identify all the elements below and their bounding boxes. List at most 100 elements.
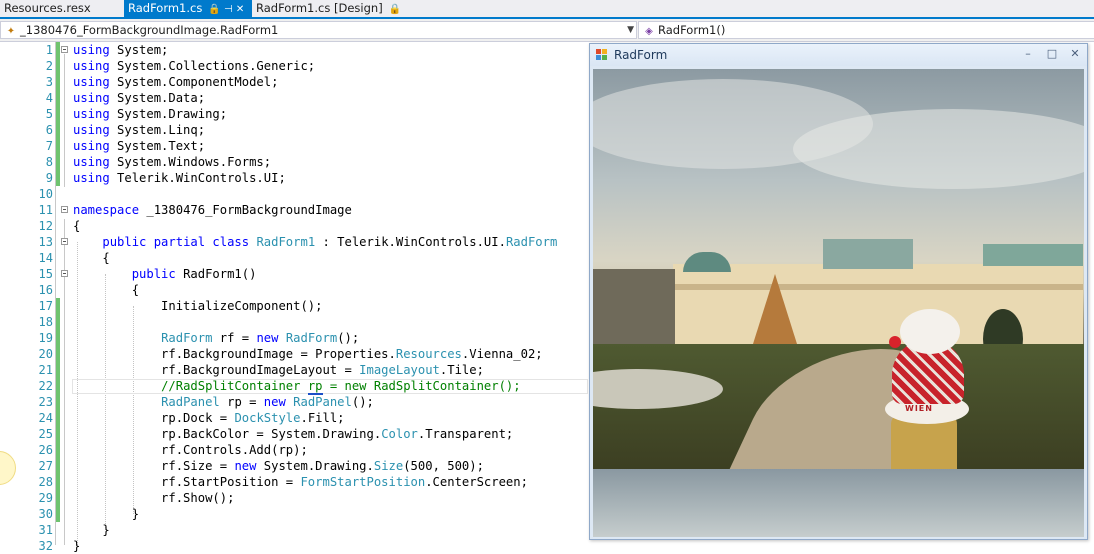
change-marker: [56, 442, 60, 458]
radform-window[interactable]: RadForm – □ ✕ WIEN: [589, 43, 1088, 540]
line-number: 14: [38, 251, 53, 265]
change-marker: [56, 314, 60, 330]
collapse-icon[interactable]: [61, 46, 68, 53]
code-text[interactable]: InitializeComponent();: [73, 298, 322, 314]
background-photo: WIEN: [593, 69, 1084, 469]
change-marker: [56, 490, 60, 506]
code-text[interactable]: }: [73, 538, 80, 554]
code-text[interactable]: {: [73, 282, 139, 298]
change-marker: [56, 506, 60, 522]
code-text[interactable]: using System.Windows.Forms;: [73, 154, 271, 170]
code-text[interactable]: rf.StartPosition = FormStartPosition.Cen…: [73, 474, 528, 490]
code-text[interactable]: using Telerik.WinControls.UI;: [73, 170, 286, 186]
change-marker: [56, 394, 60, 410]
member-combo[interactable]: ◈ RadForm1(): [638, 21, 1094, 39]
change-marker: [56, 106, 60, 122]
line-number: 17: [38, 299, 53, 313]
change-marker: [56, 74, 60, 90]
change-marker: [56, 298, 60, 314]
line-number: 3: [45, 75, 53, 89]
change-marker: [56, 362, 60, 378]
code-text[interactable]: rf.BackgroundImage = Properties.Resource…: [73, 346, 543, 362]
change-marker: [56, 154, 60, 170]
minimize-button[interactable]: –: [1018, 45, 1038, 63]
code-text[interactable]: rf.Size = new System.Drawing.Size(500, 5…: [73, 458, 484, 474]
code-text[interactable]: public partial class RadForm1 : Telerik.…: [73, 234, 557, 250]
change-marker: [56, 122, 60, 138]
code-text[interactable]: rf.Controls.Add(rp);: [73, 442, 308, 458]
close-button[interactable]: ✕: [1065, 45, 1085, 63]
code-text[interactable]: using System.ComponentModel;: [73, 74, 278, 90]
lock-icon: 🔒: [388, 4, 402, 15]
line-number: 6: [45, 123, 53, 137]
tab-pin-close-icons[interactable]: 🔒 ⊣ ✕: [208, 4, 244, 15]
line-number: 24: [38, 411, 53, 425]
line-number: 13: [38, 235, 53, 249]
code-text[interactable]: using System;: [73, 42, 168, 58]
class-combo[interactable]: ✦ _1380476_FormBackgroundImage.RadForm1 ▼: [0, 21, 637, 39]
change-marker: [56, 170, 60, 186]
change-marker: [56, 426, 60, 442]
window-title: RadForm: [614, 48, 668, 62]
maximize-button[interactable]: □: [1042, 45, 1062, 63]
code-text[interactable]: }: [73, 506, 139, 522]
line-number: 18: [38, 315, 53, 329]
line-number: 30: [38, 507, 53, 521]
line-number: 12: [38, 219, 53, 233]
change-marker: [56, 42, 60, 58]
app-icon: [596, 49, 608, 61]
collapse-icon[interactable]: [61, 206, 68, 213]
line-number: 16: [38, 283, 53, 297]
line-number: 22: [38, 379, 53, 393]
code-text[interactable]: using System.Collections.Generic;: [73, 58, 315, 74]
code-text[interactable]: using System.Drawing;: [73, 106, 227, 122]
collapse-icon[interactable]: [61, 270, 68, 277]
change-marker: [56, 138, 60, 154]
tab-radform1-cs[interactable]: RadForm1.cs 🔒 ⊣ ✕: [124, 0, 252, 17]
chevron-down-icon[interactable]: ▼: [627, 22, 634, 38]
line-number: 23: [38, 395, 53, 409]
change-marker: [56, 346, 60, 362]
change-marker: [56, 58, 60, 74]
code-text[interactable]: }: [73, 522, 109, 538]
line-number: 25: [38, 427, 53, 441]
tab-radform1-design[interactable]: RadForm1.cs [Design] 🔒: [252, 0, 401, 17]
line-number: 9: [45, 171, 53, 185]
line-number: 26: [38, 443, 53, 457]
line-number: 31: [38, 523, 53, 537]
line-number: 21: [38, 363, 53, 377]
code-text[interactable]: using System.Data;: [73, 90, 205, 106]
code-text[interactable]: rp.BackColor = System.Drawing.Color.Tran…: [73, 426, 513, 442]
line-number: 1: [45, 43, 53, 57]
code-text[interactable]: namespace _1380476_FormBackgroundImage: [73, 202, 352, 218]
code-text[interactable]: rf.BackgroundImageLayout = ImageLayout.T…: [73, 362, 484, 378]
line-number: 27: [38, 459, 53, 473]
code-text[interactable]: {: [73, 250, 109, 266]
code-line[interactable]: 32}: [0, 538, 1094, 554]
line-number: 19: [38, 331, 53, 345]
line-number: 5: [45, 107, 53, 121]
change-marker: [56, 90, 60, 106]
code-text[interactable]: using System.Linq;: [73, 122, 205, 138]
window-title-bar[interactable]: RadForm – □ ✕: [590, 44, 1087, 66]
change-marker: [56, 410, 60, 426]
line-number: 11: [38, 203, 53, 217]
line-number: 29: [38, 491, 53, 505]
window-client-area: WIEN: [593, 69, 1084, 537]
change-marker: [56, 378, 60, 394]
code-text[interactable]: public RadForm1(): [73, 266, 257, 282]
line-number: 15: [38, 267, 53, 281]
collapse-icon[interactable]: [61, 238, 68, 245]
document-tab-strip: Resources.resx RadForm1.cs 🔒 ⊣ ✕ RadForm1…: [0, 0, 1094, 19]
code-text[interactable]: rf.Show();: [73, 490, 234, 506]
code-text[interactable]: RadPanel rp = new RadPanel();: [73, 394, 374, 410]
change-marker: [56, 330, 60, 346]
navigation-bar: ✦ _1380476_FormBackgroundImage.RadForm1 ▼…: [0, 19, 1094, 42]
line-number: 4: [45, 91, 53, 105]
tab-resources-resx[interactable]: Resources.resx: [0, 0, 124, 17]
code-text[interactable]: //RadSplitContainer rp = new RadSplitCon…: [73, 378, 521, 395]
code-text[interactable]: rp.Dock = DockStyle.Fill;: [73, 410, 344, 426]
code-text[interactable]: {: [73, 218, 80, 234]
code-text[interactable]: using System.Text;: [73, 138, 205, 154]
code-text[interactable]: RadForm rf = new RadForm();: [73, 330, 359, 346]
